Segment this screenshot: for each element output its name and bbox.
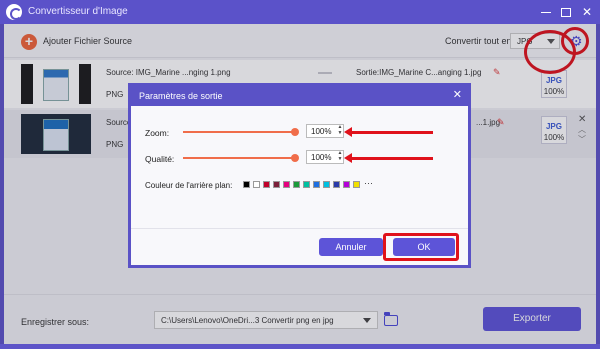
color-swatch[interactable] — [293, 181, 300, 188]
maximize-button[interactable] — [557, 3, 575, 21]
zoom-slider-handle[interactable] — [291, 128, 299, 136]
color-swatch[interactable] — [353, 181, 360, 188]
quality-stepper[interactable]: ▲ ▼ — [336, 150, 344, 164]
color-swatch[interactable] — [283, 181, 290, 188]
annotation-arrow — [344, 127, 433, 137]
close-icon: ✕ — [581, 5, 593, 19]
close-icon[interactable]: ✕ — [453, 88, 462, 101]
color-swatch[interactable] — [323, 181, 330, 188]
ok-highlight-ring — [383, 233, 459, 261]
window-title: Convertisseur d'Image — [28, 6, 128, 17]
quality-slider-handle[interactable] — [291, 154, 299, 162]
color-swatch[interactable] — [303, 181, 310, 188]
close-window-button[interactable]: ✕ — [578, 3, 596, 21]
dialog-title-text: Paramètres de sortie — [139, 91, 223, 101]
app-logo-icon — [6, 4, 22, 20]
annotation-arrow — [344, 153, 433, 163]
zoom-label: Zoom: — [145, 128, 170, 138]
dialog-title: Paramètres de sortie ✕ — [131, 86, 468, 106]
color-swatch[interactable] — [263, 181, 270, 188]
stepper-down-icon[interactable]: ▼ — [336, 130, 344, 136]
quality-label: Qualité: — [145, 154, 175, 164]
color-swatch[interactable] — [243, 181, 250, 188]
minimize-icon — [541, 12, 551, 14]
color-swatch[interactable] — [253, 181, 260, 188]
color-swatch[interactable] — [343, 181, 350, 188]
color-swatch[interactable] — [313, 181, 320, 188]
zoom-stepper[interactable]: ▲ ▼ — [336, 124, 344, 138]
minimize-button[interactable] — [537, 3, 555, 21]
maximize-icon — [561, 8, 571, 18]
cancel-button[interactable]: Annuler — [319, 238, 383, 256]
stepper-down-icon[interactable]: ▼ — [336, 156, 344, 162]
background-color-label: Couleur de l'arrière plan: — [145, 181, 233, 190]
color-swatch[interactable] — [333, 181, 340, 188]
quality-slider[interactable] — [183, 154, 299, 162]
dialog-divider — [131, 228, 468, 229]
more-colors-button[interactable]: ··· — [364, 178, 373, 188]
zoom-slider[interactable] — [183, 128, 299, 136]
color-swatch[interactable] — [273, 181, 280, 188]
title-bar: Convertisseur d'Image ✕ — [0, 0, 600, 24]
